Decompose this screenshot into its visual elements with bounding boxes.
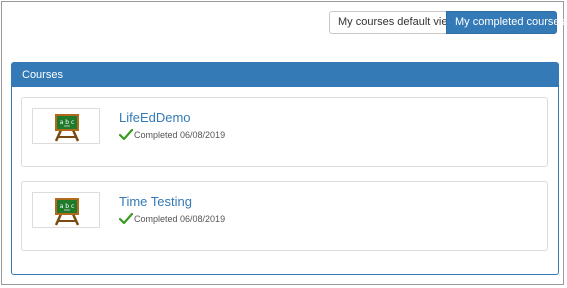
course-card: a b c LifeEdDemo Completed 06/08/2019 [21, 97, 548, 167]
svg-text:a b c: a b c [60, 119, 75, 126]
default-view-button[interactable]: My courses default view [329, 11, 455, 34]
course-card: a b c Time Testing Completed 06/08/2019 [21, 181, 548, 251]
svg-text:a b c: a b c [60, 203, 75, 210]
chalkboard-easel-icon: a b c [54, 198, 80, 226]
course-status-text: Completed 06/08/2019 [134, 214, 226, 224]
checkmark-icon [119, 213, 133, 225]
course-status: Completed 06/08/2019 [119, 128, 225, 142]
course-status: Completed 06/08/2019 [119, 212, 225, 226]
course-title-link[interactable]: LifeEdDemo [119, 110, 191, 125]
courses-panel: Courses a b c LifeEdDemo Completed 06/08… [11, 62, 559, 275]
page-frame: My courses default view My completed cou… [1, 1, 565, 285]
chalkboard-easel-icon: a b c [54, 114, 80, 142]
completed-courses-button[interactable]: My completed courses [446, 11, 565, 34]
panel-title: Courses [12, 63, 558, 87]
view-toggle-group: My courses default view My completed cou… [329, 11, 565, 34]
course-title-link[interactable]: Time Testing [119, 194, 192, 209]
course-thumbnail[interactable]: a b c [32, 192, 100, 228]
checkmark-icon [119, 129, 133, 141]
course-thumbnail[interactable]: a b c [32, 108, 100, 144]
course-status-text: Completed 06/08/2019 [134, 130, 226, 140]
